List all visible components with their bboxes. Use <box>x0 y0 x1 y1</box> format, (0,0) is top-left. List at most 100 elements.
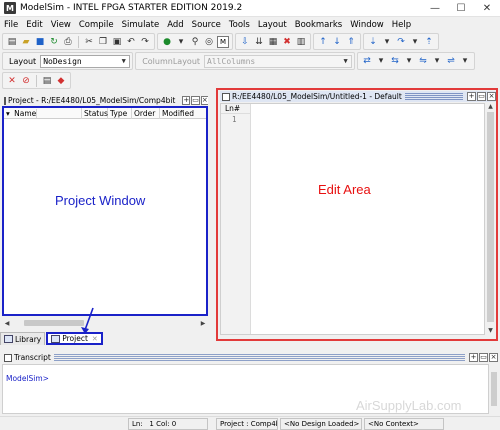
clear-icon[interactable]: ✕ <box>6 75 18 87</box>
compile-all-icon[interactable]: ⇊ <box>253 36 265 48</box>
arrow-step-icon[interactable]: ⇑ <box>345 36 357 48</box>
arrow-down-icon[interactable]: ↓ <box>331 36 343 48</box>
simulate-icon[interactable]: ▦ <box>267 36 279 48</box>
dropdown-arrow-icon[interactable]: ▾ <box>409 36 421 48</box>
pane-grip[interactable] <box>53 354 465 361</box>
maximize-button[interactable]: ☐ <box>448 0 474 17</box>
menu-source[interactable]: Source <box>188 20 225 30</box>
dropdown-arrow-icon[interactable]: ▾ <box>381 36 393 48</box>
menu-help[interactable]: Help <box>388 20 415 30</box>
wave-add-icon[interactable]: ⇄ <box>361 55 373 67</box>
menu-compile[interactable]: Compile <box>75 20 118 30</box>
editor-text-area[interactable]: Ln# 1 <box>220 103 485 335</box>
new-file-icon[interactable]: ▤ <box>6 36 18 48</box>
line-number: 1 <box>232 115 237 124</box>
cut-icon[interactable]: ✂ <box>83 36 95 48</box>
save-icon[interactable]: ■ <box>34 36 46 48</box>
step-into-icon[interactable]: ⇣ <box>367 36 379 48</box>
find-icon[interactable]: ⚲ <box>189 36 201 48</box>
reload-icon[interactable]: ↻ <box>48 36 60 48</box>
compile-icon[interactable]: ⇩ <box>239 36 251 48</box>
column-type[interactable]: Type <box>108 107 132 119</box>
transcript-vertical-scrollbar[interactable] <box>490 364 498 414</box>
toolbar-row-3: ✕ ⊘ ▤ ◆ <box>2 72 73 89</box>
scroll-thumb[interactable] <box>24 320 84 326</box>
editor-vertical-scrollbar[interactable]: ▲ ▼ <box>486 103 495 335</box>
annotation-arrow-icon <box>81 307 94 334</box>
dropdown-arrow-icon[interactable]: ▾ <box>459 55 471 67</box>
pane-add-icon[interactable]: + <box>469 353 478 362</box>
column-modified[interactable]: Modified <box>160 108 206 119</box>
column-layout-select[interactable]: AllColumns ▼ <box>204 54 353 68</box>
pane-close-icon[interactable]: × <box>200 96 208 105</box>
menu-edit[interactable]: Edit <box>22 20 46 30</box>
menu-add[interactable]: Add <box>163 20 187 30</box>
status-project: Project : Comp4bit <box>216 417 278 430</box>
menu-bookmarks[interactable]: Bookmarks <box>291 20 347 30</box>
project-pane-titlebar[interactable]: Project - R:/EE4480/L05_ModelSim/Comp4bi… <box>2 95 208 106</box>
minimize-button[interactable]: — <box>422 0 448 17</box>
scroll-down-icon[interactable]: ▼ <box>486 327 495 335</box>
menu-tools[interactable]: Tools <box>225 20 254 30</box>
status-context: <No Context> <box>364 417 444 430</box>
project-window[interactable]: ▾ Name Status Type Order Modified <box>2 106 208 316</box>
delete-icon[interactable]: ⊘ <box>20 75 32 87</box>
pane-dock-icon[interactable]: ▭ <box>477 92 486 101</box>
close-button[interactable]: ✕ <box>474 0 500 17</box>
menu-layout[interactable]: Layout <box>254 20 291 30</box>
toolbar-separator <box>78 35 79 48</box>
dropdown-arrow-icon[interactable]: ▾ <box>403 55 415 67</box>
wave-zoom-icon[interactable]: ⇆ <box>389 55 401 67</box>
column-order[interactable]: Order <box>132 107 160 119</box>
pane-add-icon[interactable]: + <box>467 92 476 101</box>
pane-icon <box>4 353 12 362</box>
menu-simulate[interactable]: Simulate <box>118 20 164 30</box>
wave-icon[interactable]: ▥ <box>295 36 307 48</box>
menu-window[interactable]: Window <box>346 20 388 30</box>
column-status[interactable]: Status <box>82 107 108 119</box>
document-icon[interactable]: ▤ <box>41 75 53 87</box>
bookmark-icon[interactable]: ◆ <box>55 75 67 87</box>
redo-icon[interactable]: ↷ <box>139 36 151 48</box>
project-horizontal-scrollbar[interactable]: ◀ ▶ <box>2 318 208 328</box>
search-icon[interactable]: ◎ <box>203 36 215 48</box>
tab-library[interactable]: Library <box>0 332 46 345</box>
undo-icon[interactable]: ↶ <box>125 36 137 48</box>
arrow-up-icon[interactable]: ↑ <box>317 36 329 48</box>
pane-dock-icon[interactable]: ▭ <box>191 96 200 105</box>
copy-icon[interactable]: ❐ <box>97 36 109 48</box>
wave-fit-icon[interactable]: ⇌ <box>445 55 457 67</box>
scroll-right-icon[interactable]: ▶ <box>198 320 208 327</box>
dropdown-arrow-icon[interactable]: ▾ <box>175 36 187 48</box>
modelsim-m-icon[interactable]: M <box>217 35 229 48</box>
pane-close-icon[interactable]: × <box>489 353 498 362</box>
open-folder-icon[interactable]: ▰ <box>20 36 32 48</box>
pane-dock-icon[interactable]: ▭ <box>479 353 488 362</box>
wave-cursor-icon[interactable]: ⇋ <box>417 55 429 67</box>
scroll-thumb[interactable] <box>487 112 494 322</box>
transcript-titlebar[interactable]: Transcript + ▭ × <box>2 352 498 363</box>
step-over-icon[interactable]: ↷ <box>395 36 407 48</box>
break-icon[interactable]: ✖ <box>281 36 293 48</box>
scroll-thumb[interactable] <box>491 372 497 406</box>
pane-close-icon[interactable]: × <box>487 92 496 101</box>
toolbar-step-group: ⇣ ▾ ↷ ▾ ⇡ <box>363 33 439 50</box>
step-out-icon[interactable]: ⇡ <box>423 36 435 48</box>
status-design: <No Design Loaded> <box>280 417 362 430</box>
column-name[interactable]: ▾ Name <box>4 107 82 119</box>
pane-add-icon[interactable]: + <box>182 96 191 105</box>
scroll-up-icon[interactable]: ▲ <box>486 103 495 111</box>
dropdown-arrow-icon[interactable]: ▾ <box>431 55 443 67</box>
editor-titlebar[interactable]: R:/EE4480/L05_ModelSim/Untitled-1 - Defa… <box>220 91 496 102</box>
scroll-left-icon[interactable]: ◀ <box>2 320 12 327</box>
print-icon[interactable]: ⎙ <box>62 36 74 48</box>
pane-grip[interactable] <box>404 93 463 100</box>
modelsim-logo-icon: M <box>4 2 16 14</box>
menu-file[interactable]: File <box>0 20 22 30</box>
paste-icon[interactable]: ▣ <box>111 36 123 48</box>
dropdown-arrow-icon[interactable]: ▾ <box>375 55 387 67</box>
run-icon[interactable]: ● <box>161 36 173 48</box>
menu-view[interactable]: View <box>47 20 75 30</box>
toolbar-search-group: ● ▾ ⚲ ◎ M <box>157 33 233 50</box>
layout-select[interactable]: NoDesign ▼ <box>40 54 131 68</box>
